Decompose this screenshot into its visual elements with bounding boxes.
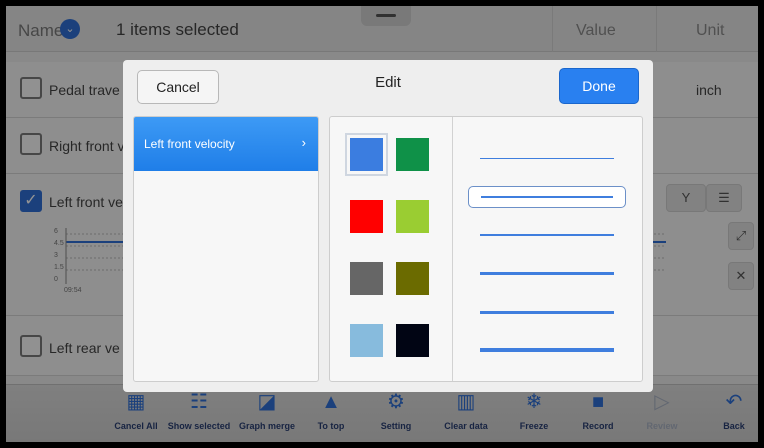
color-swatch[interactable] xyxy=(396,324,429,357)
list-item-selected[interactable]: Left front velocity › xyxy=(134,117,318,171)
list-item-label: Left front velocity xyxy=(144,137,235,151)
line-width-option[interactable] xyxy=(468,186,626,208)
color-swatch[interactable] xyxy=(350,324,383,357)
color-swatch[interactable] xyxy=(345,133,388,176)
pane-divider xyxy=(452,117,453,381)
color-swatch[interactable] xyxy=(350,200,383,233)
edit-dialog: Cancel Edit Done Left front velocity › xyxy=(123,60,653,392)
color-swatch[interactable] xyxy=(396,138,429,171)
line-width-option[interactable] xyxy=(468,262,626,284)
color-swatch[interactable] xyxy=(396,200,429,233)
chevron-right-icon: › xyxy=(301,135,306,150)
line-width-option[interactable] xyxy=(468,147,626,169)
line-sample xyxy=(480,271,614,275)
done-button[interactable]: Done xyxy=(559,68,639,104)
color-swatch[interactable] xyxy=(350,262,383,295)
line-width-option[interactable] xyxy=(468,339,626,361)
line-sample xyxy=(481,196,613,198)
color-swatch[interactable] xyxy=(396,262,429,295)
line-width-option[interactable] xyxy=(468,301,626,323)
line-width-option[interactable] xyxy=(468,224,626,246)
line-sample xyxy=(480,234,614,236)
line-sample xyxy=(480,157,614,159)
line-sample xyxy=(480,348,614,352)
line-sample xyxy=(480,310,614,314)
style-picker xyxy=(329,116,643,382)
item-list: Left front velocity › xyxy=(133,116,319,382)
